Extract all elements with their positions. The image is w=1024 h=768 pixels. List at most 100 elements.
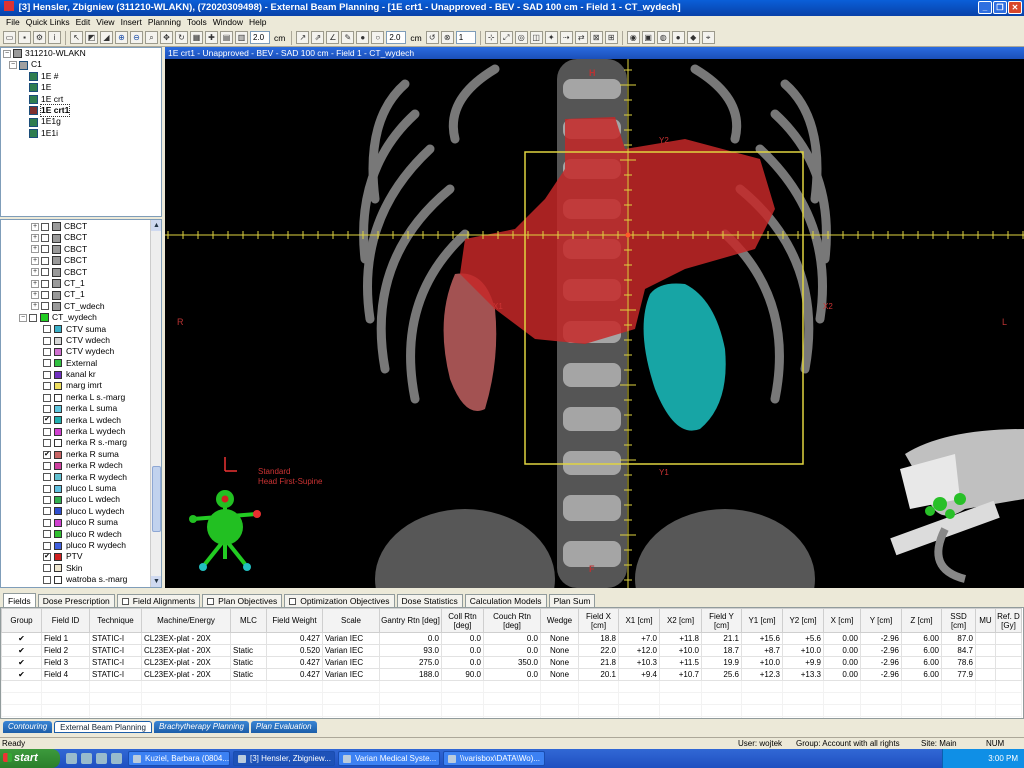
pointer-icon[interactable]: ↖ xyxy=(70,31,83,44)
structure-item[interactable]: nerka L wydech xyxy=(1,426,161,437)
structure-visibility-checkbox[interactable] xyxy=(43,347,51,356)
table-cell[interactable]: 20.1 xyxy=(578,668,619,681)
camera-icon[interactable]: ◉ xyxy=(626,31,640,44)
visibility-checkbox[interactable] xyxy=(41,268,49,277)
table-cell[interactable] xyxy=(975,656,996,669)
menu-insert[interactable]: Insert xyxy=(118,16,145,29)
table-cell[interactable]: +15.6 xyxy=(741,632,783,645)
plan-node[interactable]: 1E crt xyxy=(1,94,161,105)
table-cell[interactable] xyxy=(975,668,996,681)
gradient-icon[interactable]: ◢ xyxy=(100,31,113,44)
structure-visibility-checkbox[interactable] xyxy=(43,496,51,505)
table-cell[interactable]: 0.427 xyxy=(266,632,323,645)
star-icon[interactable]: ✦ xyxy=(544,31,558,44)
structure-visibility-checkbox[interactable] xyxy=(43,530,51,539)
structure-visibility-checkbox[interactable]: ✔ xyxy=(43,450,51,459)
group-checkbox[interactable]: ✔ xyxy=(1,644,42,657)
plan-node[interactable]: 1E1g xyxy=(1,116,161,127)
table-cell[interactable]: +10.0 xyxy=(782,644,824,657)
collapse-icon[interactable]: − xyxy=(9,61,17,70)
table-cell[interactable]: +13.3 xyxy=(782,668,824,681)
structure-item[interactable]: marg imrt xyxy=(1,380,161,391)
beam-arrow-icon[interactable]: ⇢ xyxy=(559,31,573,44)
column-header[interactable]: Coll Rtn [deg] xyxy=(441,608,484,633)
table-cell[interactable]: 25.6 xyxy=(701,668,742,681)
link-icon[interactable]: ⊗ xyxy=(440,31,454,44)
table-cell[interactable]: 0.0 xyxy=(379,632,442,645)
mlc-icon[interactable]: ⊞ xyxy=(604,31,618,44)
menu-help[interactable]: Help xyxy=(246,16,269,29)
crosshair-icon[interactable]: ✚ xyxy=(205,31,218,44)
column-header[interactable]: Field X [cm] xyxy=(578,608,619,633)
image-node[interactable]: + CT_1 xyxy=(1,289,161,300)
table-cell[interactable]: 6.00 xyxy=(901,656,942,669)
zoom-out-icon[interactable]: ⊖ xyxy=(130,31,143,44)
menu-tools[interactable]: Tools xyxy=(184,16,210,29)
collapse-icon[interactable]: − xyxy=(19,313,27,322)
table-cell[interactable]: STATIC-I xyxy=(89,632,142,645)
beam-edit-icon[interactable]: ⇗ xyxy=(311,31,325,44)
structure-item[interactable]: pluco L wydech xyxy=(1,506,161,517)
window-title-bar[interactable]: [3] Hensler, Zbigniew (311210-WLAKN), (7… xyxy=(0,0,1024,16)
visibility-checkbox[interactable] xyxy=(41,279,49,288)
expand-icon[interactable]: + xyxy=(31,268,39,277)
grid-size-field[interactable]: 2.0 xyxy=(250,31,270,44)
table-cell[interactable]: CL23EX-plat - 20X xyxy=(141,644,231,657)
cube-icon[interactable]: ◫ xyxy=(529,31,543,44)
table-cell[interactable]: +11.5 xyxy=(659,656,702,669)
table-cell[interactable]: None xyxy=(540,644,579,657)
structure-item[interactable]: pluco R wdech xyxy=(1,529,161,540)
table-cell[interactable]: Varian IEC xyxy=(322,668,380,681)
table-cell[interactable]: 188.0 xyxy=(379,668,442,681)
zoom-region-icon[interactable]: ⌕ xyxy=(145,31,158,44)
fit-icon[interactable]: ⤢ xyxy=(499,31,513,44)
table-cell[interactable]: Static xyxy=(230,668,267,681)
table-cell[interactable]: 0.00 xyxy=(823,668,861,681)
table-cell[interactable]: CL23EX-plat - 20X xyxy=(141,668,231,681)
desktop-icon[interactable] xyxy=(66,753,77,764)
column-header[interactable]: Couch Rtn [deg] xyxy=(483,608,541,633)
table-cell[interactable]: 19.9 xyxy=(701,656,742,669)
table-cell[interactable]: +9.9 xyxy=(782,656,824,669)
table-cell[interactable]: 6.00 xyxy=(901,668,942,681)
angle-icon[interactable]: ∠ xyxy=(326,31,340,44)
table-cell[interactable]: 0.520 xyxy=(266,644,323,657)
structure-item[interactable]: nerka R wydech xyxy=(1,472,161,483)
column-header[interactable]: Scale xyxy=(322,608,380,633)
expand-icon[interactable]: + xyxy=(31,291,39,300)
expand-icon[interactable]: + xyxy=(31,245,39,254)
table-cell[interactable]: +11.8 xyxy=(659,632,702,645)
tab-checkbox[interactable] xyxy=(121,597,129,605)
ruler-icon[interactable]: ▥ xyxy=(235,31,248,44)
table-cell[interactable]: +12.0 xyxy=(618,644,660,657)
plan-node-selected[interactable]: 1E crt1 xyxy=(1,103,161,118)
structure-item[interactable]: ✔ nerka R suma xyxy=(1,449,161,460)
table-cell[interactable]: -2.96 xyxy=(860,644,902,657)
table-row[interactable]: ✔ Field 3 STATIC-I CL23EX-plat - 20X Static 0… xyxy=(1,656,1022,669)
table-cell[interactable]: Varian IEC xyxy=(322,656,380,669)
structure-item[interactable]: pluco L wdech xyxy=(1,494,161,505)
menu-file[interactable]: File xyxy=(3,16,23,29)
table-cell[interactable]: Field 4 xyxy=(41,668,90,681)
bev-viewer[interactable]: H F R L X1 X2 Y2 Y1 Standard Head First-… xyxy=(165,59,1024,588)
group-checkbox[interactable]: ✔ xyxy=(1,656,42,669)
table-cell[interactable]: 0.00 xyxy=(823,656,861,669)
media-icon[interactable] xyxy=(96,753,107,764)
structure-visibility-checkbox[interactable] xyxy=(43,325,51,334)
structure-visibility-checkbox[interactable]: ✔ xyxy=(43,416,51,425)
structure-visibility-checkbox[interactable] xyxy=(43,575,51,584)
structure-item[interactable]: pluco L suma xyxy=(1,483,161,494)
restore-button[interactable]: ❐ xyxy=(993,1,1007,14)
image-node[interactable]: + CBCT xyxy=(1,232,161,243)
structure-item[interactable]: pluco R suma xyxy=(1,517,161,528)
structure-scrollbar[interactable]: ▲ ▼ xyxy=(150,220,161,587)
table-cell[interactable]: 90.0 xyxy=(441,668,484,681)
column-header[interactable]: Z [cm] xyxy=(901,608,942,633)
table-cell[interactable]: +12.3 xyxy=(741,668,783,681)
group-checkbox[interactable]: ✔ xyxy=(1,668,42,681)
table-row[interactable]: ✔ Field 1 STATIC-I CL23EX-plat - 20X 0.427 Va… xyxy=(1,632,1022,645)
menu-edit[interactable]: Edit xyxy=(73,16,94,29)
structure-visibility-checkbox[interactable] xyxy=(43,461,51,470)
search-icon[interactable]: ○ xyxy=(371,31,385,44)
table-cell[interactable] xyxy=(975,644,996,657)
